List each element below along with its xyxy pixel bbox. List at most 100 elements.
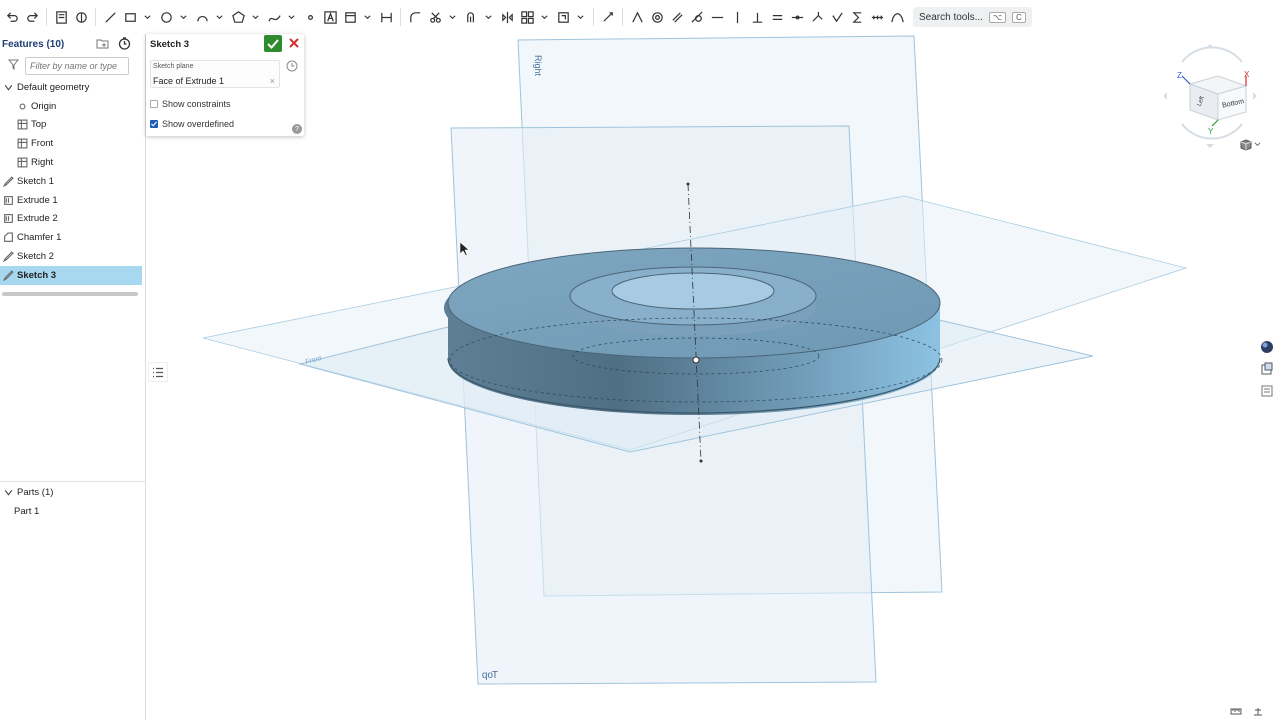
help-icon[interactable]: ? [292,124,302,134]
feature-list-toggle-icon[interactable] [148,362,168,382]
tree-item-front[interactable]: Front [0,134,142,153]
chevron-down-icon[interactable] [359,6,375,28]
bill-of-materials-icon[interactable] [1258,382,1276,400]
measure-icon[interactable] [1230,706,1242,716]
search-tools-input[interactable]: Search tools... ⌥ C [913,7,1032,27]
chevron-down-icon[interactable] [2,81,14,93]
extrude-tool-icon[interactable] [73,6,89,28]
up-arrow-icon[interactable] [1206,44,1214,48]
accept-button[interactable] [264,35,282,52]
chevron-down-icon[interactable] [175,6,191,28]
concentric-icon[interactable] [649,6,665,28]
graphics-viewport[interactable]: Right Top Front [147,34,1280,720]
text-tool-icon[interactable] [322,6,338,28]
construction-tool-icon[interactable] [342,6,358,28]
configurations-icon[interactable] [1258,360,1276,378]
cancel-button[interactable] [287,36,301,50]
tree-item-top[interactable]: Top [0,116,142,135]
vertical-icon[interactable] [729,6,745,28]
pierce-icon[interactable] [869,6,885,28]
coincident-icon[interactable] [629,6,645,28]
add-folder-icon[interactable] [96,37,109,52]
perpendicular-icon[interactable] [749,6,765,28]
feature-filter-input[interactable] [25,57,129,75]
midpoint-icon[interactable] [789,6,805,28]
tree-item-sketch-1[interactable]: Sketch 1 [0,172,142,191]
point-tool-icon[interactable] [302,6,318,28]
right-arrow-icon[interactable] [1253,92,1257,100]
tree-item-extrude-2[interactable]: Extrude 2 [0,210,142,229]
tree-item-sketch-2[interactable]: Sketch 2 [0,247,142,266]
feature-list-scrollbar[interactable] [2,292,138,296]
chevron-down-icon[interactable] [536,6,552,28]
tangent-icon[interactable] [689,6,705,28]
checkbox-unchecked[interactable] [150,100,158,108]
view-cube[interactable]: Bottom Left Z Y X [1160,40,1260,150]
show-overdefined-label: Show overdefined [162,119,235,129]
mass-properties-icon[interactable] [1252,706,1264,716]
tree-item-origin[interactable]: Origin [0,97,142,116]
show-overdefined-checkbox[interactable]: Show overdefined [150,119,234,129]
trim-tool-icon[interactable] [427,6,443,28]
fix-icon[interactable] [829,6,845,28]
chevron-down-icon[interactable] [247,6,263,28]
chevron-down-icon[interactable] [444,6,460,28]
appearance-icon[interactable] [1258,338,1276,356]
horizontal-icon[interactable] [709,6,725,28]
circle-tool-icon[interactable] [158,6,174,28]
line-tool-icon[interactable] [102,6,118,28]
tree-item-label: Origin [31,100,57,112]
parts-title: Parts (1) [17,486,54,498]
checkbox-checked[interactable] [150,120,158,128]
view-cube-icon[interactable] [1239,138,1252,151]
show-constraints-checkbox[interactable]: Show constraints [150,99,231,109]
rollback-timer-icon[interactable] [118,37,131,53]
rectangle-tool-icon[interactable] [122,6,138,28]
sketch-origin-point[interactable] [692,356,700,364]
part-item[interactable]: Part 1 [0,502,142,521]
equal-icon[interactable] [769,6,785,28]
sketch-tool-icon[interactable] [53,6,69,28]
chevron-down-icon[interactable] [1254,141,1261,148]
polygon-tool-icon[interactable] [230,6,246,28]
model-scene[interactable]: Right Top Front [147,34,1280,720]
redo-icon[interactable] [24,6,40,28]
axis-endpoint[interactable] [686,182,690,186]
view-options-menu[interactable] [1239,138,1261,151]
filter-icon[interactable] [7,59,20,73]
construction-line-icon[interactable] [600,6,616,28]
arc-tool-icon[interactable] [194,6,210,28]
dimension-tool-icon[interactable] [378,6,394,28]
tree-item-right[interactable]: Right [0,153,142,172]
chevron-down-icon[interactable] [139,6,155,28]
mirror-tool-icon[interactable] [499,6,515,28]
arc-rotate-icon[interactable] [1181,46,1243,63]
down-arrow-icon[interactable] [1206,144,1214,148]
hole-edge[interactable] [611,272,775,310]
spline-tool-icon[interactable] [266,6,282,28]
undo-icon[interactable] [4,6,20,28]
chevron-down-icon[interactable] [211,6,227,28]
offset-tool-icon[interactable] [463,6,479,28]
parts-header[interactable]: Parts (1) [0,483,142,502]
symmetric-icon[interactable] [849,6,865,28]
fillet-tool-icon[interactable] [407,6,423,28]
curvature-icon[interactable] [889,6,905,28]
chevron-down-icon[interactable] [572,6,588,28]
tree-item-chamfer-1[interactable]: Chamfer 1 [0,228,142,247]
tree-item-extrude-1[interactable]: Extrude 1 [0,191,142,210]
tree-item-default-geometry[interactable]: Default geometry [0,78,142,97]
tree-item-sketch-3[interactable]: Sketch 3 [0,265,142,285]
axis-endpoint[interactable] [699,459,703,463]
parallel-icon[interactable] [669,6,685,28]
clear-selection-icon[interactable]: × [270,76,275,86]
normal-icon[interactable] [809,6,825,28]
chevron-down-icon[interactable] [2,486,14,498]
pattern-tool-icon[interactable] [519,6,535,28]
left-arrow-icon[interactable] [1163,92,1167,100]
chevron-down-icon[interactable] [283,6,299,28]
history-icon[interactable] [286,60,298,72]
transform-tool-icon[interactable] [555,6,571,28]
sketch-plane-field[interactable]: Sketch plane Face of Extrude 1 × [150,60,280,88]
chevron-down-icon[interactable] [480,6,496,28]
